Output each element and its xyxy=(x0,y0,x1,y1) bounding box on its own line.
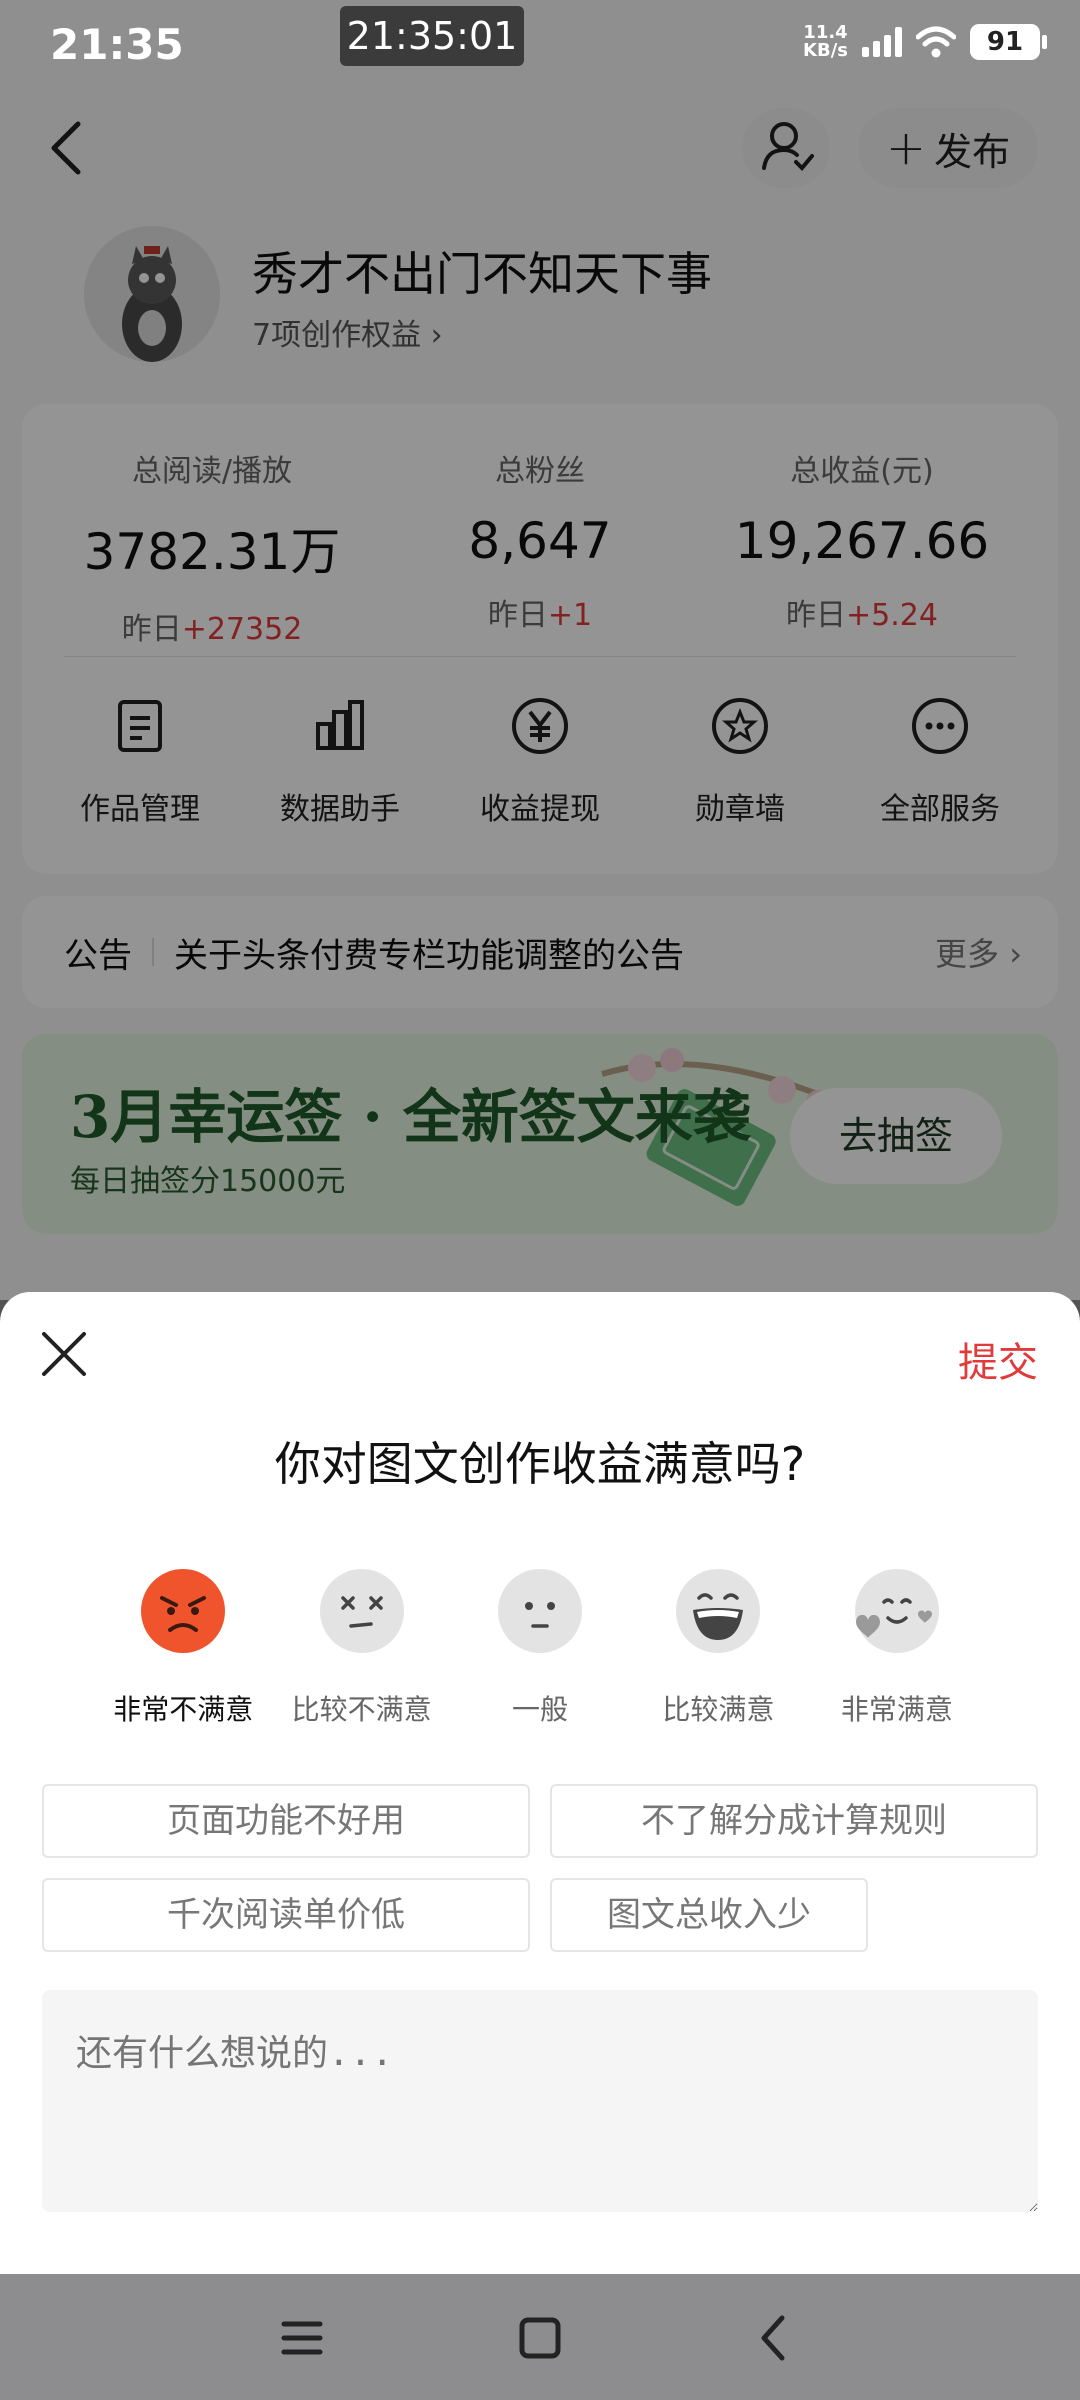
close-icon xyxy=(42,1332,86,1376)
recents-button[interactable] xyxy=(274,2310,330,2366)
signal-icon xyxy=(862,27,902,57)
rating-label: 比较满意 xyxy=(662,1693,775,1726)
reason-chip[interactable]: 页面功能不好用 xyxy=(42,1784,530,1858)
status-time: 21:35 xyxy=(50,20,184,69)
status-bar: 21:35 21:35:01 11.4 KB/s 91 xyxy=(0,0,1080,96)
reason-chip[interactable]: 千次阅读单价低 xyxy=(42,1878,530,1952)
rating-very-satisfied[interactable]: 非常满意 xyxy=(808,1568,986,1728)
reason-chip[interactable]: 不了解分成计算规则 xyxy=(550,1784,1038,1858)
comment-input[interactable] xyxy=(42,1990,1038,2212)
neutral-face-icon xyxy=(498,1569,583,1653)
dizzy-face-icon xyxy=(319,1569,404,1653)
close-button[interactable] xyxy=(36,1326,92,1382)
rating-label: 比较不满意 xyxy=(291,1693,432,1726)
battery-icon: 91 xyxy=(970,24,1047,60)
angry-face-icon xyxy=(141,1569,226,1653)
rating-label: 非常不满意 xyxy=(113,1693,254,1726)
reason-chip[interactable]: 图文总收入少 xyxy=(550,1878,868,1952)
feedback-sheet: 提交 你对图文创作收益满意吗? 非常不满意 比较不满意 一般 比较满意 非常满意… xyxy=(0,1292,1080,2274)
satisfaction-ratings: 非常不满意 比较不满意 一般 比较满意 非常满意 xyxy=(94,1568,986,1728)
rating-very-dissatisfied[interactable]: 非常不满意 xyxy=(94,1568,272,1728)
survey-question: 你对图文创作收益满意吗? xyxy=(274,1437,806,1491)
back-chevron-icon xyxy=(761,2315,785,2361)
system-nav-bar xyxy=(0,2274,1080,2400)
home-square-icon xyxy=(519,2317,561,2359)
screen-record-clock: 21:35:01 xyxy=(340,6,524,66)
menu-icon xyxy=(281,2321,323,2355)
rating-satisfied[interactable]: 比较满意 xyxy=(629,1568,807,1728)
rating-label: 一般 xyxy=(512,1693,569,1726)
rating-label: 非常满意 xyxy=(840,1693,953,1726)
status-icons: 11.4 KB/s 91 xyxy=(803,22,1047,61)
home-button[interactable] xyxy=(512,2310,568,2366)
wifi-icon xyxy=(916,26,956,58)
back-nav-button[interactable] xyxy=(746,2310,802,2366)
love-face-icon xyxy=(854,1569,939,1653)
submit-button[interactable]: 提交 xyxy=(958,1330,1038,1388)
rating-neutral[interactable]: 一般 xyxy=(451,1568,629,1728)
network-speed: 11.4 KB/s xyxy=(803,22,848,61)
grinning-face-icon xyxy=(676,1569,761,1653)
rating-dissatisfied[interactable]: 比较不满意 xyxy=(272,1568,450,1728)
